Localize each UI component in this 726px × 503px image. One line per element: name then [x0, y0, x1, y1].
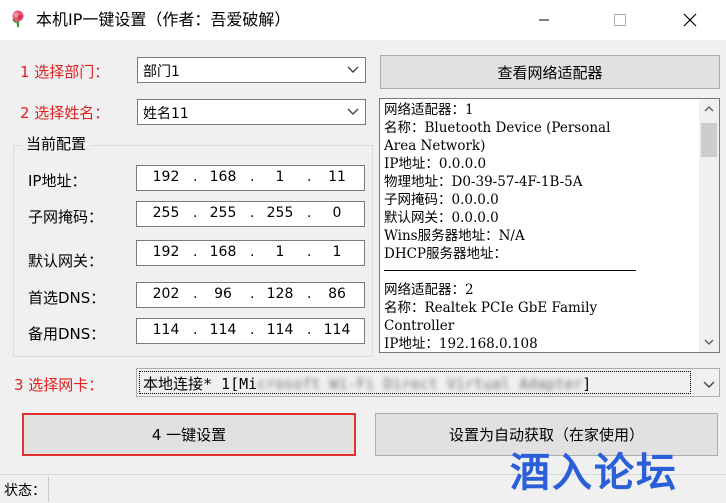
watermark-text: 酒入论坛	[510, 450, 678, 496]
name-value: 姓名11	[143, 106, 189, 122]
one-click-set-button[interactable]: 4 一键设置	[22, 413, 356, 456]
primary-dns-input[interactable]: 202 . 96 . 128 . 86	[136, 282, 365, 308]
gateway-octet-2: 168	[209, 244, 237, 260]
close-button[interactable]	[664, 0, 716, 40]
gateway-octet-1: 192	[152, 244, 180, 260]
gateway-octet-4: 1	[332, 244, 342, 260]
name-select[interactable]: 姓名11	[137, 99, 366, 125]
view-adapters-button[interactable]: 查看网络适配器	[380, 55, 720, 89]
gateway-input[interactable]: 192 . 168 . 1 . 1	[136, 240, 365, 266]
ip-address-input[interactable]: 192 . 168 . 1 . 11	[136, 165, 365, 191]
ip-octet-2: 168	[209, 169, 237, 185]
close-icon	[683, 13, 697, 27]
adapter-info-textarea[interactable]: 网络适配器：1 名称：Bluetooth Device (Personal Ar…	[379, 98, 720, 353]
dns2-octet-2: 114	[209, 322, 237, 338]
ip-octet-3: 1	[275, 169, 285, 185]
scrollbar-thumb[interactable]	[701, 123, 717, 157]
dns1-octet-2: 96	[214, 286, 232, 302]
dns2-octet-1: 114	[152, 322, 180, 338]
nic-value-suffix: ]	[582, 375, 592, 393]
chevron-down-icon	[341, 58, 365, 82]
ip-octet-1: 192	[152, 169, 180, 185]
window-title: 本机IP一键设置（作者：吾爱破解）	[36, 10, 291, 29]
mask-octet-4: 0	[332, 205, 342, 221]
gateway-label: 默认网关：	[28, 252, 104, 270]
mask-octet-1: 255	[152, 205, 180, 221]
dns1-label: 首选DNS：	[28, 289, 106, 307]
adapter-separator	[384, 270, 636, 271]
chevron-down-icon	[703, 377, 715, 393]
dns1-octet-3: 128	[266, 286, 294, 302]
title-bar: 本机IP一键设置（作者：吾爱破解）	[0, 0, 726, 40]
maximize-button[interactable]	[594, 0, 646, 40]
dns2-octet-3: 114	[266, 322, 294, 338]
department-value: 部门1	[143, 64, 180, 80]
vertical-scrollbar[interactable]	[699, 99, 719, 352]
department-select[interactable]: 部门1	[137, 57, 366, 83]
nic-value-obscured: crosoft Wi-Fi Direct Virtual Adapter	[257, 375, 583, 393]
adapter-info-block-1: 网络适配器：1 名称：Bluetooth Device (Personal Ar…	[384, 102, 611, 262]
nic-label: 3 选择网卡：	[14, 376, 104, 394]
secondary-dns-input[interactable]: 114 . 114 . 114 . 114	[136, 318, 365, 344]
maximize-icon	[614, 14, 626, 26]
adapter-info-block-2: 网络适配器：2 名称：Realtek PCIe GbE Family Contr…	[384, 282, 598, 352]
dns1-octet-1: 202	[152, 286, 180, 302]
nic-value-prefix: 本地连接* 1[Mi	[143, 375, 258, 393]
department-label: 1 选择部门：	[20, 63, 110, 81]
dns2-octet-4: 114	[323, 322, 351, 338]
name-label: 2 选择姓名：	[20, 104, 110, 122]
mask-octet-2: 255	[209, 205, 237, 221]
nic-selected-item: 本地连接* 1[Microsoft Wi-Fi Direct Virtual A…	[139, 371, 691, 394]
chevron-down-icon	[341, 100, 365, 124]
nic-select[interactable]: 本地连接* 1[Microsoft Wi-Fi Direct Virtual A…	[136, 368, 720, 397]
status-label: 状态：	[4, 483, 46, 499]
scroll-up-arrow-icon[interactable]	[699, 99, 719, 119]
dns1-octet-4: 86	[328, 286, 346, 302]
scroll-down-arrow-icon[interactable]	[699, 332, 719, 352]
mask-octet-3: 255	[266, 205, 294, 221]
minimize-button[interactable]	[518, 0, 570, 40]
minimize-icon	[539, 19, 549, 21]
mask-label: 子网掩码：	[28, 208, 104, 226]
status-separator	[48, 477, 49, 502]
current-config-title: 当前配置	[22, 133, 91, 154]
ip-label: IP地址：	[28, 172, 87, 190]
rose-icon	[12, 10, 24, 27]
dns2-label: 备用DNS：	[28, 325, 106, 343]
gateway-octet-3: 1	[275, 244, 285, 260]
subnet-mask-input[interactable]: 255 . 255 . 255 . 0	[136, 201, 365, 227]
ip-octet-4: 11	[328, 169, 346, 185]
